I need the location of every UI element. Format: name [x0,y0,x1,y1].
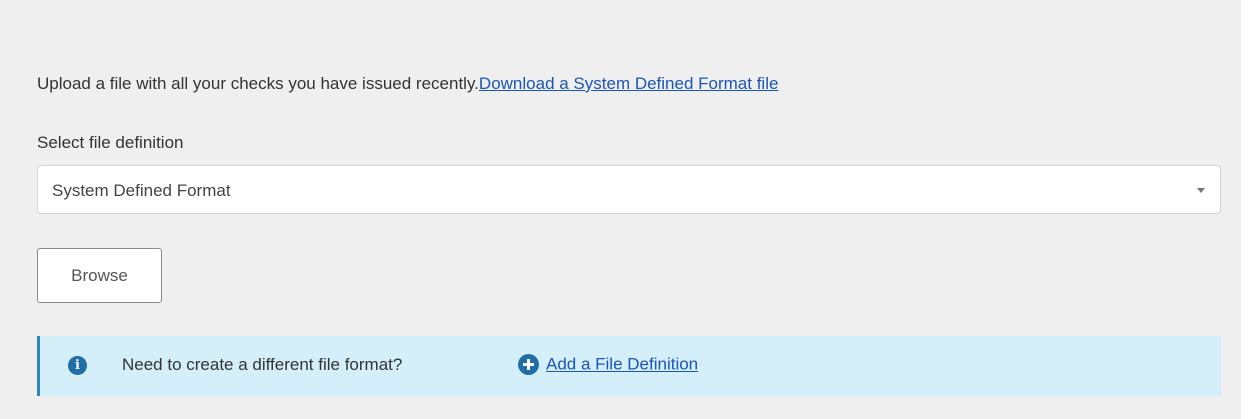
caret-down-icon [1197,188,1205,193]
add-file-definition-link[interactable]: Add a File Definition [518,354,698,375]
file-definition-selected-value: System Defined Format [52,181,231,200]
upload-intro: Upload a file with all your checks you h… [37,74,778,94]
info-message: Need to create a different file format? [122,355,403,374]
info-banner: i Need to create a different file format… [37,336,1221,396]
file-definition-select[interactable]: System Defined Format [37,165,1221,214]
add-file-definition-label: Add a File Definition [546,354,699,374]
plus-circle-icon [518,354,539,375]
browse-button[interactable]: Browse [37,248,162,303]
info-icon: i [68,356,87,375]
file-definition-label: Select file definition [37,133,184,152]
download-format-link[interactable]: Download a System Defined Format file [479,74,779,93]
upload-panel: Upload a file with all your checks you h… [0,0,1241,419]
upload-intro-text: Upload a file with all your checks you h… [37,74,479,93]
